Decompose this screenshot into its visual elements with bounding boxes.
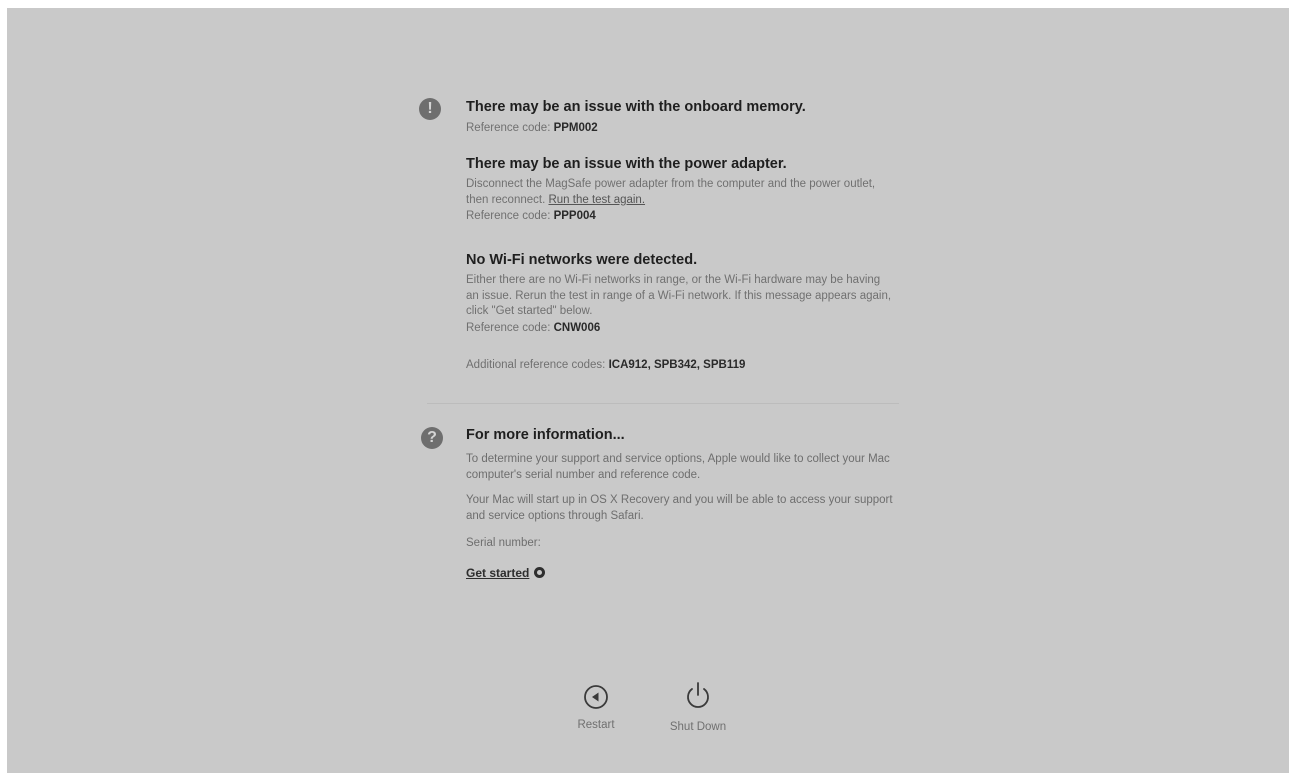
- power-icon[interactable]: [682, 680, 714, 712]
- reference-code-line: Reference code: PPP004: [466, 208, 896, 224]
- info-title: For more information...: [466, 427, 625, 443]
- question-circle-icon: ?: [421, 427, 443, 449]
- issue-description: Disconnect the MagSafe power adapter fro…: [466, 177, 896, 208]
- divider: [427, 403, 899, 404]
- diagnostics-screen: ! There may be an issue with the onboard…: [7, 8, 1289, 773]
- info-paragraph-recovery: Your Mac will start up in OS X Recovery …: [466, 494, 893, 522]
- issue-title: No Wi-Fi networks were detected.: [466, 252, 698, 268]
- additional-codes-label: Additional reference codes:: [466, 359, 606, 371]
- exclamation-circle-icon: !: [419, 98, 441, 120]
- restart-icon[interactable]: [583, 684, 609, 710]
- run-test-again-link[interactable]: Run the test again.: [548, 194, 645, 206]
- get-started-link[interactable]: Get started: [466, 566, 546, 580]
- reference-code: PPM002: [553, 122, 598, 134]
- reference-code-label: Reference code:: [466, 122, 551, 134]
- issue-title: There may be an issue with the onboard m…: [466, 99, 806, 115]
- info-paragraph-serial: To determine your support and service op…: [466, 453, 890, 481]
- restart-label: Restart: [577, 719, 615, 731]
- serial-number-label: Serial number:: [466, 537, 541, 549]
- issue-title: There may be an issue with the power ada…: [466, 156, 787, 172]
- issue-description-text: Disconnect the MagSafe power adapter fro…: [466, 178, 876, 206]
- reference-code: CNW006: [553, 321, 601, 334]
- restart-button[interactable]: Restart: [572, 684, 620, 731]
- issue-wifi: No Wi-Fi networks were detected. Either …: [466, 252, 896, 336]
- shut-down-button[interactable]: Shut Down: [662, 680, 734, 733]
- more-information-section: For more information... To determine you…: [466, 427, 896, 582]
- reference-code-line: Reference code: CNW006: [466, 320, 896, 336]
- arrow-right-circle-icon[interactable]: [534, 567, 546, 578]
- additional-reference-codes: Additional reference codes: ICA912, SPB3…: [466, 357, 896, 373]
- reference-code: PPP004: [553, 210, 596, 222]
- shut-down-label: Shut Down: [669, 721, 727, 733]
- reference-code-label: Reference code:: [466, 210, 551, 222]
- reference-code-line: Reference code: PPM002: [466, 120, 896, 136]
- issue-power-adapter: There may be an issue with the power ada…: [466, 156, 896, 224]
- get-started-label[interactable]: Get started: [466, 566, 529, 580]
- issue-description: Either there are no Wi-Fi networks in ra…: [466, 274, 892, 317]
- additional-codes: ICA912, SPB342, SPB119: [608, 359, 746, 371]
- issue-onboard-memory: There may be an issue with the onboard m…: [466, 99, 896, 136]
- reference-code-label: Reference code:: [466, 321, 551, 334]
